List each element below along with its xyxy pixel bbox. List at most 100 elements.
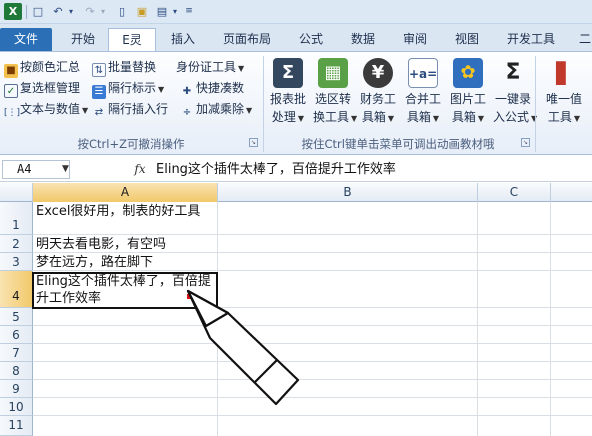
batch-replace-button[interactable]: ⇅ 批量替换: [92, 58, 156, 77]
column-header-b[interactable]: B: [218, 183, 478, 202]
image-toolbox-label-line2: 具箱 ▼: [451, 110, 485, 124]
tab-overflow[interactable]: 二: [574, 28, 592, 51]
tab-eling[interactable]: E灵: [108, 28, 156, 51]
report-batch-label-line2: 处理 ▼: [271, 110, 305, 124]
chevron-down-icon: ▼: [158, 85, 165, 94]
chevron-down-icon: ▼: [238, 64, 245, 73]
group-divider: [535, 56, 536, 152]
text-number-label: 文本与数值: [20, 102, 81, 116]
chevron-down-icon: ▼: [82, 106, 89, 115]
worksheet-grid[interactable]: A B C 1 2 3 4 5 6 7 8 9 10 11 Excel很好用，制…: [0, 183, 592, 436]
tab-home[interactable]: 开始: [60, 28, 106, 51]
unique-values-button[interactable]: ▋ 唯一值 工具 ▼: [544, 58, 584, 134]
cell-a2[interactable]: 明天去看电影，有空吗: [36, 236, 218, 253]
column-gridline: [550, 202, 551, 436]
print-dropdown-icon[interactable]: ▾: [170, 3, 180, 20]
dialog-launcher-icon[interactable]: ↘: [521, 138, 530, 147]
merge-cells-icon: +a=: [408, 58, 438, 88]
selection-convert-label-line2: 换工具 ▼: [313, 110, 358, 124]
row-header-9[interactable]: 9: [0, 380, 33, 398]
dialog-launcher-icon[interactable]: ↘: [249, 138, 258, 147]
checkbox-manager-button[interactable]: ✓ 复选框管理: [4, 79, 80, 98]
yen-icon: ¥: [363, 58, 393, 88]
text-number-button[interactable]: [⋮]文本与数值 ▼: [4, 100, 88, 119]
insert-function-icon[interactable]: fx: [129, 160, 151, 179]
row-header-10[interactable]: 10: [0, 398, 33, 416]
new-document-icon[interactable]: ▯: [114, 3, 130, 20]
tab-developer[interactable]: 开发工具: [498, 28, 564, 51]
selection-convert-label-line1: 选区转: [314, 92, 351, 106]
row-header-7[interactable]: 7: [0, 344, 33, 362]
column-header-a[interactable]: A: [33, 183, 218, 202]
sum-by-color-button[interactable]: ■ 按颜色汇总: [4, 58, 80, 78]
chevron-down-icon[interactable]: ▼: [62, 160, 69, 179]
formula-input[interactable]: Eling这个插件太棒了，百倍提升工作效率: [156, 160, 396, 179]
row-header-8[interactable]: 8: [0, 362, 33, 380]
row-header-3[interactable]: 3: [0, 253, 33, 271]
cell-a3[interactable]: 梦在远方，路在脚下: [36, 254, 218, 271]
open-folder-icon[interactable]: ▣: [134, 3, 150, 20]
one-click-formula-label-line2: 入公式▼: [493, 110, 537, 124]
tab-insert[interactable]: 插入: [162, 28, 204, 51]
insert-rows-icon: ⇄: [94, 107, 104, 118]
selection-convert-button[interactable]: ▦ 选区转 换工具 ▼: [313, 58, 358, 134]
tab-data[interactable]: 数据: [342, 28, 384, 51]
row-header-11[interactable]: 11: [0, 416, 33, 436]
row-header-6[interactable]: 6: [0, 326, 33, 344]
report-batch-button[interactable]: Σ 报表批 处理 ▼: [268, 58, 308, 134]
one-click-formula-button[interactable]: Σ 一键录 入公式▼: [493, 58, 537, 134]
qat-divider: [26, 5, 27, 19]
row-stripe-icon: ☰: [92, 85, 106, 99]
redo-dropdown-icon[interactable]: ▾: [98, 3, 108, 20]
quick-sum-button[interactable]: ✚ 快捷凑数: [180, 79, 244, 98]
merge-toolbox-button[interactable]: +a= 合并工 具箱 ▼: [403, 58, 443, 134]
tab-review[interactable]: 审阅: [394, 28, 436, 51]
select-all-corner[interactable]: [0, 183, 33, 202]
row-header-1[interactable]: 1: [0, 202, 33, 235]
undo-icon[interactable]: ↶: [50, 3, 66, 20]
finance-toolbox-button[interactable]: ¥ 财务工 具箱 ▼: [358, 58, 398, 134]
tab-formulas[interactable]: 公式: [290, 28, 332, 51]
arithmetic-icon: ÷: [182, 107, 192, 118]
row-header-5[interactable]: 5: [0, 308, 33, 326]
pen-cursor-icon: [186, 289, 300, 406]
batch-replace-icon: ⇅: [92, 63, 106, 77]
color-summary-icon: ■: [4, 64, 18, 78]
checkbox-icon: ✓: [4, 84, 18, 98]
id-card-tool-button[interactable]: 身份证工具 ▼: [176, 58, 244, 77]
grid-convert-icon: ▦: [318, 58, 348, 88]
row-header-4[interactable]: 4: [0, 271, 33, 308]
ribbon-tab-bar: 文件 开始 E灵 插入 页面布局 公式 数据 审阅 视图 开发工具 二: [0, 24, 592, 52]
sigma-sheet-icon: Σ: [273, 58, 303, 88]
excel-app-icon[interactable]: X: [4, 3, 22, 20]
unique-values-label-line1: 唯一值: [545, 92, 582, 106]
undo-dropdown-icon[interactable]: ▾: [66, 3, 76, 20]
redo-icon[interactable]: ↷: [82, 3, 98, 20]
unique-values-label-line2: 工具 ▼: [547, 110, 581, 124]
merge-toolbox-label-line1: 合并工: [404, 92, 441, 106]
cell-a1[interactable]: Excel很好用，制表的好工具: [36, 203, 218, 220]
insert-alternate-rows-button[interactable]: ⇄ 隔行插入行: [92, 100, 168, 119]
batch-replace-label: 批量替换: [108, 60, 157, 74]
image-toolbox-button[interactable]: ✿ 图片工 具箱 ▼: [448, 58, 488, 134]
print-preview-icon[interactable]: ▤: [154, 3, 170, 20]
quick-access-toolbar: X □ ↶ ▾ ↷ ▾ ▯ ▣ ▤ ▾ ≡: [0, 0, 592, 24]
sigma-icon: Σ: [505, 60, 521, 85]
alternate-row-mark-button[interactable]: ☰ 隔行标示 ▼: [92, 79, 165, 99]
save-icon[interactable]: □: [30, 3, 46, 20]
name-box[interactable]: A4: [2, 160, 70, 179]
customize-toolbar-icon[interactable]: ≡: [184, 3, 194, 20]
tab-view[interactable]: 视图: [446, 28, 488, 51]
row-header-2[interactable]: 2: [0, 235, 33, 253]
column-header-bar: A B C: [0, 183, 592, 202]
image-toolbox-label-line1: 图片工: [449, 92, 486, 106]
arithmetic-button[interactable]: ÷ 加减乘除 ▼: [180, 100, 252, 119]
tab-page-layout[interactable]: 页面布局: [214, 28, 280, 51]
tab-file[interactable]: 文件: [0, 28, 52, 51]
text-number-icon: [⋮]: [4, 108, 21, 118]
merge-toolbox-label-line2: 具箱 ▼: [406, 110, 440, 124]
column-header-c[interactable]: C: [478, 183, 551, 202]
alternate-row-mark-label: 隔行标示: [108, 81, 157, 95]
bar-chart-icon: ▋: [556, 61, 572, 85]
finance-toolbox-label-line2: 具箱 ▼: [361, 110, 395, 124]
